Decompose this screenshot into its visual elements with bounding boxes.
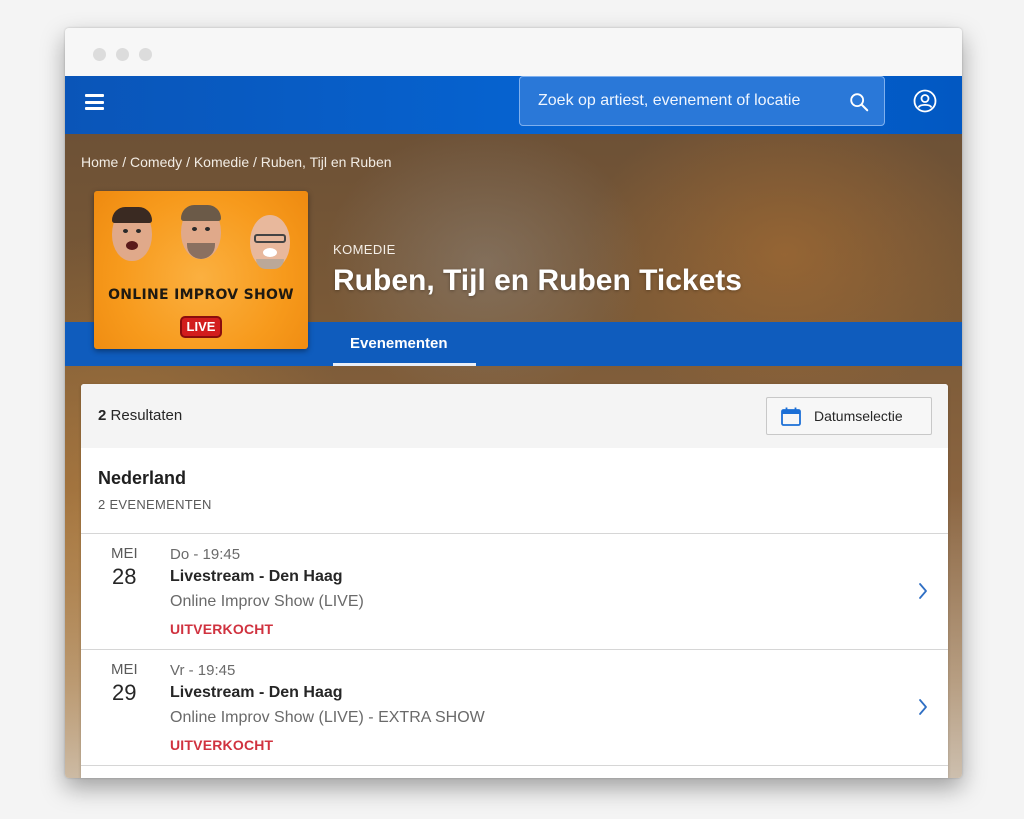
date-selection-button[interactable]: Datumselectie	[766, 397, 932, 435]
country-event-count: 2 EVENEMENTEN	[98, 497, 212, 512]
breadcrumb-current[interactable]: Ruben, Tijl en Ruben	[261, 154, 392, 170]
breadcrumb-separator: /	[122, 154, 131, 170]
chevron-right-icon[interactable]	[918, 582, 928, 600]
chevron-right-icon[interactable]	[918, 698, 928, 716]
search-icon[interactable]	[848, 91, 870, 113]
event-month: MEI	[111, 545, 138, 562]
sold-out-status: UITVERKOCHT	[170, 621, 274, 637]
face-illustration	[181, 205, 221, 259]
event-time: Do - 19:45	[170, 546, 241, 563]
event-month: MEI	[111, 661, 138, 678]
page-title: Ruben, Tijl en Ruben Tickets	[333, 264, 742, 297]
event-list-item[interactable]: MEI 28 Do - 19:45 Livestream - Den Haag …	[81, 534, 948, 650]
tab-evenementen[interactable]: Evenementen	[333, 322, 476, 366]
divider	[81, 765, 948, 766]
hamburger-menu-icon[interactable]	[85, 94, 104, 110]
country-heading: Nederland	[98, 468, 187, 488]
event-day: 29	[112, 680, 137, 705]
event-name: Online Improv Show (LIVE)	[170, 593, 364, 610]
window-maximize-button[interactable]	[139, 48, 152, 61]
poster-headline: ONLINE IMPROV SHOW	[108, 287, 294, 303]
date-selection-label: Datumselectie	[814, 408, 903, 424]
search-placeholder: Zoek op artiest, evenement of locatie	[538, 92, 801, 109]
tab-label: Evenementen	[350, 335, 448, 352]
user-account-icon[interactable]	[913, 89, 937, 113]
calendar-icon	[781, 407, 801, 426]
event-venue: Livestream - Den Haag	[170, 684, 343, 701]
event-list-item[interactable]: MEI 29 Vr - 19:45 Livestream - Den Haag …	[81, 650, 948, 766]
breadcrumb-separator: /	[186, 154, 194, 170]
events-card: 2 Resultaten Datumselectie Nederland 2 E…	[81, 384, 948, 778]
results-label: Resultaten	[110, 407, 183, 424]
event-day: 28	[112, 564, 137, 589]
results-number: 2	[98, 407, 107, 424]
results-header: 2 Resultaten Datumselectie	[81, 384, 948, 448]
artist-category: KOMEDIE	[333, 242, 396, 257]
title-bar	[65, 28, 962, 76]
window-close-button[interactable]	[93, 48, 106, 61]
breadcrumb-komedie[interactable]: Komedie	[194, 154, 249, 170]
breadcrumb-comedy[interactable]: Comedy	[130, 154, 182, 170]
event-name: Online Improv Show (LIVE) - EXTRA SHOW	[170, 709, 485, 726]
event-time: Vr - 19:45	[170, 662, 236, 679]
face-illustration	[250, 215, 290, 269]
active-tab-indicator	[333, 363, 476, 366]
breadcrumb-home[interactable]: Home	[81, 154, 118, 170]
sold-out-status: UITVERKOCHT	[170, 737, 274, 753]
artist-poster-image: ONLINE IMPROV SHOW LIVE	[94, 191, 308, 349]
breadcrumb-separator: /	[253, 154, 261, 170]
breadcrumb: Home / Comedy / Komedie / Ruben, Tijl en…	[81, 154, 392, 170]
face-illustration	[112, 207, 152, 261]
window-minimize-button[interactable]	[116, 48, 129, 61]
search-input[interactable]: Zoek op artiest, evenement of locatie	[519, 76, 885, 126]
event-venue: Livestream - Den Haag	[170, 568, 343, 585]
results-count: 2 Resultaten	[98, 407, 182, 424]
browser-window: Zoek op artiest, evenement of locatie Ho…	[65, 28, 962, 778]
live-badge: LIVE	[180, 316, 222, 338]
top-navigation-bar: Zoek op artiest, evenement of locatie	[65, 76, 962, 134]
artist-hero: Home / Comedy / Komedie / Ruben, Tijl en…	[65, 134, 962, 778]
